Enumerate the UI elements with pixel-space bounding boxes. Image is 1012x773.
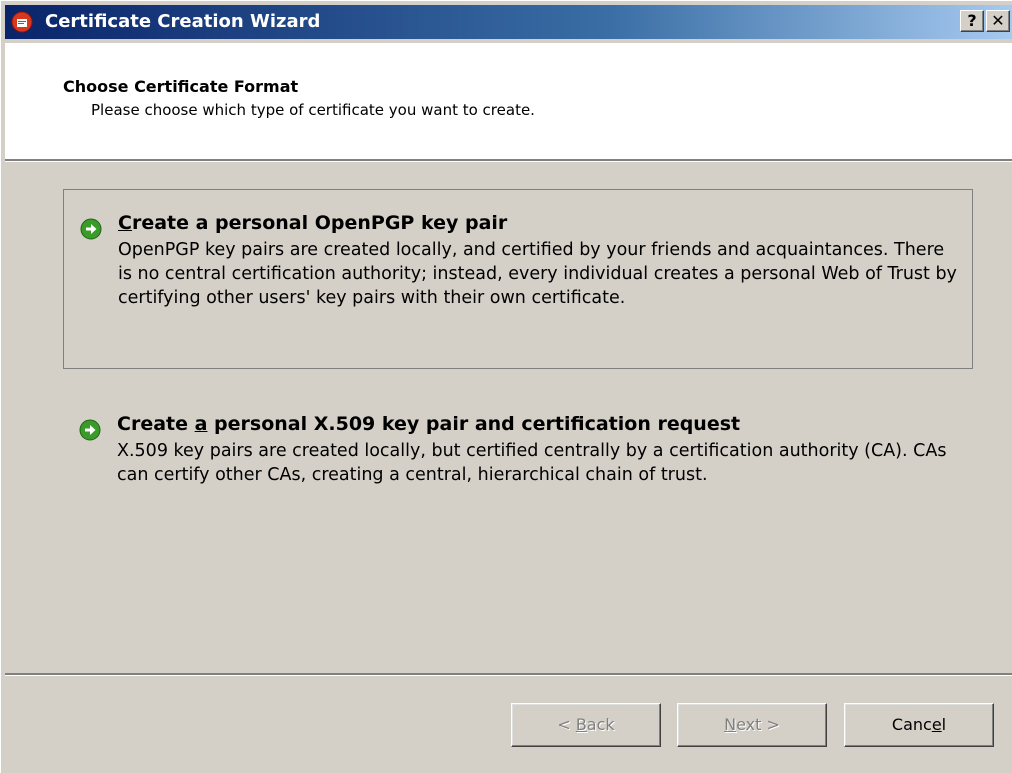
option-x509-title-rest: personal X.509 key pair and certificatio… bbox=[207, 413, 741, 435]
back-label-pre: < bbox=[557, 715, 576, 734]
help-button[interactable]: ? bbox=[960, 10, 984, 32]
title-bar[interactable]: Certificate Creation Wizard ? ✕ bbox=[5, 5, 1012, 39]
cancel-label-pre: Canc bbox=[891, 715, 932, 734]
next-label-mnemonic: N bbox=[724, 715, 737, 734]
option-openpgp-description: OpenPGP key pairs are created locally, a… bbox=[118, 240, 957, 308]
next-label-rest: ext > bbox=[736, 715, 780, 734]
option-openpgp[interactable]: Create a personal OpenPGP key pair OpenP… bbox=[63, 189, 973, 369]
option-x509-mnemonic: a bbox=[194, 413, 208, 435]
back-label-rest: ack bbox=[586, 715, 615, 734]
page-subtitle: Please choose which type of certificate … bbox=[91, 101, 535, 119]
certificate-app-icon bbox=[11, 11, 33, 33]
green-arrow-icon bbox=[79, 419, 101, 441]
wizard-window: Certificate Creation Wizard ? ✕ Choose C… bbox=[0, 0, 1012, 773]
window-title: Certificate Creation Wizard bbox=[45, 11, 321, 32]
cancel-label-mnemonic: e bbox=[931, 715, 942, 734]
cancel-label-rest: l bbox=[941, 715, 947, 734]
option-x509[interactable]: Create a personal X.509 key pair and cer… bbox=[63, 385, 973, 535]
next-button[interactable]: Next > bbox=[677, 703, 827, 747]
option-x509-title-pre: Create bbox=[117, 413, 195, 435]
green-arrow-icon bbox=[80, 218, 102, 240]
close-icon: ✕ bbox=[991, 11, 1005, 30]
wizard-header: Choose Certificate Format Please choose … bbox=[5, 43, 1012, 159]
footer-divider bbox=[5, 673, 1012, 676]
close-button[interactable]: ✕ bbox=[986, 10, 1010, 32]
option-openpgp-mnemonic: C bbox=[118, 212, 132, 234]
page-title: Choose Certificate Format bbox=[63, 77, 299, 96]
header-divider bbox=[5, 159, 1012, 162]
back-button[interactable]: < Back bbox=[511, 703, 661, 747]
back-label-mnemonic: B bbox=[575, 715, 587, 734]
option-openpgp-title: Create a personal OpenPGP key pair bbox=[118, 212, 507, 234]
option-x509-title: Create a personal X.509 key pair and cer… bbox=[117, 413, 740, 435]
cancel-button[interactable]: Cancel bbox=[844, 703, 994, 747]
option-x509-description: X.509 key pairs are created locally, but… bbox=[117, 441, 947, 485]
option-openpgp-title-rest: reate a personal OpenPGP key pair bbox=[131, 212, 508, 234]
